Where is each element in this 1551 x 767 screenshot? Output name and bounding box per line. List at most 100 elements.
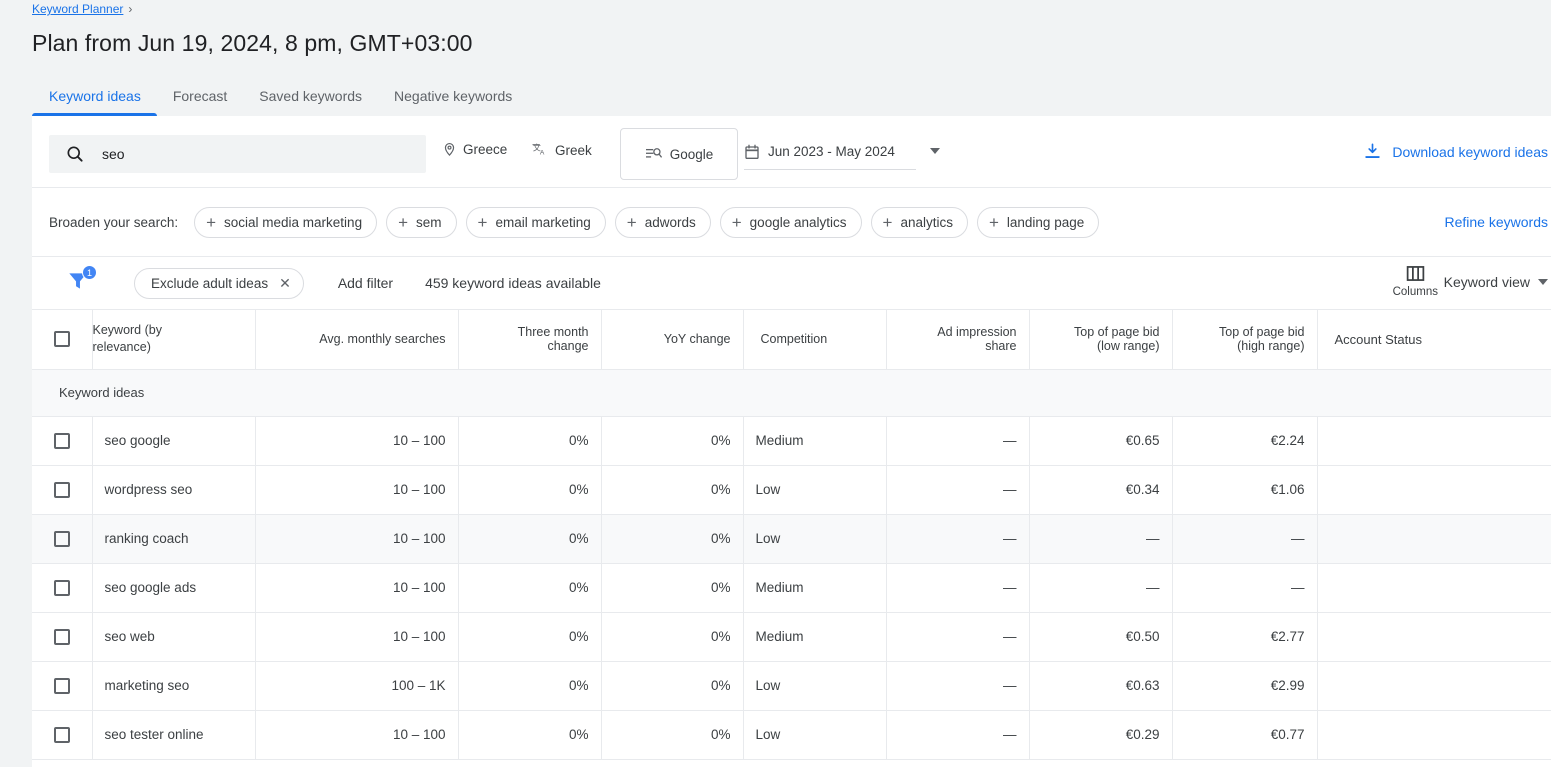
column-header-top-of-page-bid-high[interactable]: Top of page bid (high range) bbox=[1172, 310, 1317, 369]
select-all-checkbox[interactable] bbox=[54, 331, 70, 347]
broaden-chip-email-marketing[interactable]: + email marketing bbox=[466, 207, 606, 238]
cell-ad-impression-share: — bbox=[886, 514, 1029, 563]
table-row[interactable]: seo tester online10 – 1000%0%Low—€0.29€0… bbox=[32, 710, 1551, 759]
cell-bid-high: €2.99 bbox=[1172, 661, 1317, 710]
row-checkbox[interactable] bbox=[54, 580, 70, 596]
three-month-line2: change bbox=[471, 339, 589, 353]
table-row[interactable]: seo web10 – 1000%0%Medium—€0.50€2.77 bbox=[32, 612, 1551, 661]
column-header-three-month-change[interactable]: Three month change bbox=[458, 310, 601, 369]
cell-keyword[interactable]: wordpress seo bbox=[92, 465, 255, 514]
broaden-chip-landing-page[interactable]: + landing page bbox=[977, 207, 1099, 238]
plus-icon: + bbox=[732, 214, 742, 231]
chip-label: adwords bbox=[645, 215, 696, 230]
row-checkbox[interactable] bbox=[54, 531, 70, 547]
column-header-yoy-change[interactable]: YoY change bbox=[601, 310, 743, 369]
date-range-selector[interactable]: Jun 2023 - May 2024 bbox=[744, 134, 916, 170]
broaden-chip-analytics[interactable]: + analytics bbox=[871, 207, 968, 238]
cell-keyword[interactable]: seo google ads bbox=[92, 563, 255, 612]
keyword-view-selector[interactable]: Keyword view bbox=[1444, 274, 1548, 290]
cell-bid-low: €0.50 bbox=[1029, 612, 1172, 661]
column-header-keyword[interactable]: Keyword (by relevance) bbox=[92, 310, 255, 369]
breadcrumb: Keyword Planner › bbox=[32, 0, 132, 18]
cell-account-status bbox=[1317, 661, 1551, 710]
ais-line2: share bbox=[899, 339, 1017, 353]
table-row[interactable]: seo google ads10 – 1000%0%Medium——— bbox=[32, 563, 1551, 612]
table-header-row: Keyword (by relevance) Avg. monthly sear… bbox=[32, 310, 1551, 369]
cell-avg: 10 – 100 bbox=[255, 416, 458, 465]
breadcrumb-link-keyword-planner[interactable]: Keyword Planner bbox=[32, 2, 123, 16]
search-icon bbox=[65, 144, 85, 164]
cell-yoy: 0% bbox=[601, 514, 743, 563]
cell-bid-low: — bbox=[1029, 563, 1172, 612]
search-input[interactable]: seo bbox=[49, 135, 426, 173]
row-checkbox-cell bbox=[32, 710, 92, 759]
tab-saved-keywords[interactable]: Saved keywords bbox=[243, 88, 378, 116]
cell-yoy: 0% bbox=[601, 710, 743, 759]
cell-keyword[interactable]: seo google bbox=[92, 416, 255, 465]
tab-negative-keywords[interactable]: Negative keywords bbox=[378, 88, 528, 116]
row-checkbox-cell bbox=[32, 661, 92, 710]
filter-icon[interactable]: 1 bbox=[65, 268, 99, 298]
column-header-avg-monthly-searches[interactable]: Avg. monthly searches bbox=[255, 310, 458, 369]
close-icon[interactable]: ✕ bbox=[279, 275, 291, 292]
cell-avg: 10 – 100 bbox=[255, 514, 458, 563]
column-header-account-status[interactable]: Account Status bbox=[1317, 310, 1551, 369]
columns-label: Columns bbox=[1393, 286, 1438, 298]
column-header-top-of-page-bid-low[interactable]: Top of page bid (low range) bbox=[1029, 310, 1172, 369]
cell-account-status bbox=[1317, 612, 1551, 661]
refine-keywords-button[interactable]: Refine keywords bbox=[1445, 214, 1549, 230]
location-selector[interactable]: Greece bbox=[442, 142, 507, 157]
cell-keyword[interactable]: marketing seo bbox=[92, 661, 255, 710]
cell-yoy: 0% bbox=[601, 416, 743, 465]
cell-competition: Low bbox=[743, 661, 886, 710]
row-checkbox[interactable] bbox=[54, 678, 70, 694]
cell-three-month: 0% bbox=[458, 710, 601, 759]
cell-keyword[interactable]: seo tester online bbox=[92, 710, 255, 759]
chevron-down-icon bbox=[1538, 279, 1548, 285]
download-label: Download keyword ideas bbox=[1392, 144, 1548, 160]
cell-account-status bbox=[1317, 465, 1551, 514]
table-row[interactable]: ranking coach10 – 1000%0%Low——— bbox=[32, 514, 1551, 563]
cell-ad-impression-share: — bbox=[886, 563, 1029, 612]
language-selector[interactable]: 文 A Greek bbox=[532, 142, 592, 158]
broaden-chip-google-analytics[interactable]: + google analytics bbox=[720, 207, 862, 238]
row-checkbox[interactable] bbox=[54, 727, 70, 743]
cell-bid-low: €0.29 bbox=[1029, 710, 1172, 759]
cell-keyword[interactable]: ranking coach bbox=[92, 514, 255, 563]
cell-avg: 100 – 1K bbox=[255, 661, 458, 710]
column-header-keyword-line2: relevance) bbox=[93, 339, 243, 356]
cell-ad-impression-share: — bbox=[886, 661, 1029, 710]
cell-avg: 10 – 100 bbox=[255, 612, 458, 661]
columns-button[interactable]: Columns bbox=[1393, 263, 1438, 298]
row-checkbox[interactable] bbox=[54, 433, 70, 449]
columns-icon bbox=[1405, 263, 1426, 284]
column-header-ad-impression-share[interactable]: Ad impression share bbox=[886, 310, 1029, 369]
tab-bar: Keyword ideas Forecast Saved keywords Ne… bbox=[32, 76, 528, 116]
tab-forecast[interactable]: Forecast bbox=[157, 88, 243, 116]
table-row[interactable]: marketing seo100 – 1K0%0%Low—€0.63€2.99 bbox=[32, 661, 1551, 710]
available-ideas-count: 459 keyword ideas available bbox=[425, 275, 601, 291]
broaden-chip-social-media-marketing[interactable]: + social media marketing bbox=[194, 207, 377, 238]
cell-keyword[interactable]: seo web bbox=[92, 612, 255, 661]
row-checkbox[interactable] bbox=[54, 482, 70, 498]
download-keyword-ideas-button[interactable]: Download keyword ideas bbox=[1363, 142, 1548, 161]
table-row[interactable]: wordpress seo10 – 1000%0%Low—€0.34€1.06 bbox=[32, 465, 1551, 514]
broaden-chip-sem[interactable]: + sem bbox=[386, 207, 456, 238]
cell-three-month: 0% bbox=[458, 465, 601, 514]
row-checkbox[interactable] bbox=[54, 629, 70, 645]
table-row[interactable]: seo google10 – 1000%0%Medium—€0.65€2.24 bbox=[32, 416, 1551, 465]
cell-ad-impression-share: — bbox=[886, 465, 1029, 514]
network-selector[interactable]: Google bbox=[620, 128, 738, 180]
cell-bid-low: — bbox=[1029, 514, 1172, 563]
active-filter-chip[interactable]: Exclude adult ideas ✕ bbox=[134, 268, 304, 299]
cell-bid-high: — bbox=[1172, 514, 1317, 563]
column-header-competition[interactable]: Competition bbox=[743, 310, 886, 369]
plus-icon: + bbox=[478, 214, 488, 231]
cell-avg: 10 – 100 bbox=[255, 563, 458, 612]
chevron-down-icon[interactable] bbox=[930, 148, 940, 154]
calendar-icon bbox=[744, 144, 760, 160]
add-filter-button[interactable]: Add filter bbox=[338, 275, 393, 291]
tab-keyword-ideas[interactable]: Keyword ideas bbox=[32, 88, 157, 116]
broaden-chip-adwords[interactable]: + adwords bbox=[615, 207, 711, 238]
cell-bid-high: €1.06 bbox=[1172, 465, 1317, 514]
